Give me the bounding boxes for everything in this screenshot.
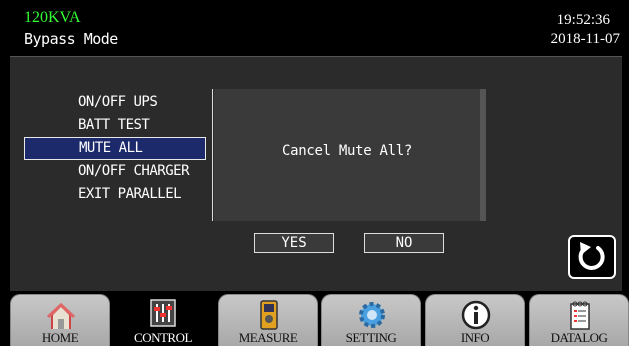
tab-setting[interactable]: SETTING	[321, 294, 421, 346]
tab-datalog[interactable]: DATALOG	[529, 294, 629, 346]
bottom-nav: HOME CONTROL MEASURE SETTING INFO DATALO…	[10, 292, 629, 346]
control-panel: ON/OFF UPS BATT TEST MUTE ALL ON/OFF CHA…	[10, 56, 622, 291]
header-bar: 120KVA Bypass Mode 19:52:36 2018-11-07	[10, 4, 622, 54]
gear-icon	[359, 302, 385, 328]
tab-home[interactable]: HOME	[10, 294, 110, 346]
clock-date: 2018-11-07	[550, 31, 620, 47]
tab-info-label: INFO	[460, 330, 490, 345]
back-button[interactable]	[568, 235, 616, 279]
tab-setting-label: SETTING	[345, 330, 397, 345]
menu-divider	[212, 89, 213, 221]
tab-info[interactable]: INFO	[425, 294, 525, 346]
meter-icon	[260, 300, 278, 330]
tab-control[interactable]: CONTROL	[113, 294, 213, 346]
menu-item-mute-all[interactable]: MUTE ALL	[24, 137, 206, 160]
dialog-message: Cancel Mute All?	[281, 143, 413, 159]
no-button[interactable]: NO	[364, 233, 444, 253]
control-menu: ON/OFF UPS BATT TEST MUTE ALL ON/OFF CHA…	[24, 91, 208, 206]
yes-button[interactable]: YES	[254, 233, 334, 253]
sliders-icon	[150, 299, 176, 327]
tab-control-label: CONTROL	[134, 330, 192, 345]
confirm-dialog: Cancel Mute All?	[214, 89, 486, 221]
back-arrow-icon	[578, 242, 605, 270]
menu-item-on-off-ups[interactable]: ON/OFF UPS	[24, 91, 208, 114]
operating-mode: Bypass Mode	[24, 30, 118, 48]
menu-item-on-off-charger[interactable]: ON/OFF CHARGER	[24, 160, 208, 183]
menu-item-batt-test[interactable]: BATT TEST	[24, 114, 208, 137]
home-icon	[47, 303, 75, 329]
info-icon	[461, 300, 491, 330]
ups-model: 120KVA	[24, 9, 81, 26]
tab-home-label: HOME	[41, 330, 79, 345]
clock-time: 19:52:36	[556, 12, 610, 28]
tab-datalog-label: DATALOG	[550, 330, 608, 345]
tab-measure-label: MEASURE	[238, 330, 298, 345]
menu-item-exit-parallel[interactable]: EXIT PARALLEL	[24, 183, 208, 206]
tab-measure[interactable]: MEASURE	[218, 294, 318, 346]
notepad-icon	[570, 301, 590, 330]
ups-screen: 120KVA Bypass Mode 19:52:36 2018-11-07 O…	[0, 0, 629, 346]
